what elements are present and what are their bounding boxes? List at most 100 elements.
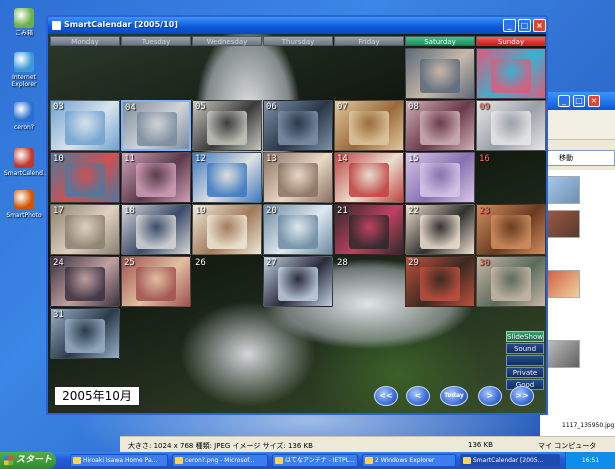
calendar-day-cell[interactable]: 17 <box>50 204 120 255</box>
private-button[interactable]: Private <box>506 367 544 378</box>
background-explorer-window[interactable]: _ □ × 移動 1117_135950.jpg <box>540 92 615 437</box>
calendar-day-cell[interactable]: 08 <box>405 100 475 151</box>
blank-button[interactable] <box>506 355 544 366</box>
explorer-titlebar[interactable]: _ □ × <box>540 92 615 110</box>
day-photo-thumbnail <box>349 111 389 145</box>
smartcalendar-window[interactable]: SmartCalendar [2005/10] _ □ × Monday Tues… <box>46 15 548 415</box>
day-photo-thumbnail <box>420 59 460 93</box>
calendar-day-cell[interactable]: 22 <box>405 204 475 255</box>
desktop-icon[interactable]: Internet Explorer <box>4 52 44 88</box>
window-title: SmartCalendar [2005/10] <box>64 20 178 29</box>
prev-year-button[interactable]: << <box>374 386 398 406</box>
taskbar-button[interactable]: はてなアンテナ - IETPL... <box>272 454 358 467</box>
explorer-address-bar[interactable]: 移動 <box>540 150 615 166</box>
file-thumbnail[interactable] <box>546 210 580 238</box>
day-number: 28 <box>337 258 348 268</box>
status-file-info: 大きさ: 1024 x 768 種類: JPEG イメージ サイズ: 136 K… <box>128 442 313 450</box>
day-photo-thumbnail <box>65 111 105 145</box>
desktop-icon[interactable]: SmartPhoto <box>4 190 44 219</box>
calendar-day-cell[interactable]: 10 <box>50 152 120 203</box>
desktop-icon[interactable]: ceron? <box>4 102 44 131</box>
calendar-day-cell[interactable]: 28 <box>334 256 404 307</box>
taskbar-button-label: Hiroaki Isawa Home Pa... <box>83 457 158 464</box>
calendar-day-cell[interactable]: 26 <box>192 256 262 307</box>
day-photo-thumbnail <box>420 163 460 197</box>
calendar-day-cell[interactable]: 16 <box>476 152 546 203</box>
calendar-day-cell[interactable]: 27 <box>263 256 333 307</box>
calendar-day-cell[interactable]: 30 <box>476 256 546 307</box>
weekday-header: Monday <box>50 36 120 46</box>
day-photo-thumbnail <box>207 215 247 249</box>
day-number: 05 <box>195 102 206 112</box>
desktop-icon-label: SmartCalend... <box>4 170 49 177</box>
calendar-day-cell[interactable]: 13 <box>263 152 333 203</box>
close-icon[interactable]: × <box>588 95 600 107</box>
maximize-icon[interactable]: □ <box>573 95 585 107</box>
taskbar-button[interactable]: Hiroaki Isawa Home Pa... <box>70 454 168 467</box>
calendar-day-cell[interactable]: 23 <box>476 204 546 255</box>
today-button[interactable]: Today <box>440 386 468 406</box>
explorer-body <box>540 170 615 437</box>
calendar-day-cell[interactable]: 07 <box>334 100 404 151</box>
minimize-icon[interactable]: _ <box>558 95 570 107</box>
day-number: 31 <box>53 310 64 320</box>
sound-button[interactable]: Sound <box>506 343 544 354</box>
calendar-day-cell[interactable]: 19 <box>192 204 262 255</box>
desktop-icon-label: ごみ箱 <box>14 30 33 37</box>
day-number: 27 <box>266 258 277 268</box>
day-number: 06 <box>266 102 277 112</box>
close-button[interactable]: × <box>533 19 546 32</box>
calendar-day-cell[interactable]: 18 <box>121 204 191 255</box>
calendar-day-cell[interactable]: 24 <box>50 256 120 307</box>
day-photo-thumbnail <box>278 111 318 145</box>
calendar-day-cell[interactable]: 14 <box>334 152 404 203</box>
day-number: 11 <box>124 154 135 164</box>
taskbar-button-label: 2 Windows Explorer <box>375 457 435 464</box>
calendar-day-cell[interactable]: 21 <box>334 204 404 255</box>
calendar-day-cell[interactable]: 03 <box>50 100 120 151</box>
day-photo-thumbnail <box>349 163 389 197</box>
calendar-day-cell[interactable]: 15 <box>405 152 475 203</box>
calendar-day-cell[interactable]: 09 <box>476 100 546 151</box>
calendar-day-cell[interactable] <box>476 48 546 99</box>
file-thumbnail[interactable] <box>546 176 580 204</box>
system-tray[interactable]: 16:51 <box>565 452 615 469</box>
calendar-day-cell[interactable]: 29 <box>405 256 475 307</box>
calendar-day-cell[interactable]: 25 <box>121 256 191 307</box>
start-button[interactable]: スタート <box>0 452 56 469</box>
calendar-day-cell[interactable]: 12 <box>192 152 262 203</box>
day-number: 30 <box>479 258 490 268</box>
file-thumbnail[interactable] <box>546 270 580 298</box>
day-number: 26 <box>195 258 206 268</box>
maximize-button[interactable]: □ <box>518 19 531 32</box>
calendar-day-cell[interactable]: 11 <box>121 152 191 203</box>
taskbar-button[interactable]: SmartCalendar [2005... <box>460 454 560 467</box>
slideshow-button[interactable]: SlideShow <box>506 331 544 342</box>
day-photo-thumbnail <box>491 59 531 93</box>
next-month-button[interactable]: > <box>478 386 502 406</box>
day-number: 07 <box>337 102 348 112</box>
day-photo-thumbnail <box>65 215 105 249</box>
desktop-icon[interactable]: SmartCalend... <box>4 148 49 177</box>
calendar-day-cell[interactable] <box>405 48 475 99</box>
file-thumbnail[interactable] <box>546 340 580 368</box>
titlebar[interactable]: SmartCalendar [2005/10] _ □ × <box>48 17 546 34</box>
desktop-icon[interactable]: ごみ箱 <box>4 8 44 37</box>
calendar-day-cell[interactable]: 06 <box>263 100 333 151</box>
calendar-day-cell[interactable]: 31 <box>50 308 120 359</box>
file-name-label[interactable]: 1117_135950.jpg <box>562 422 615 429</box>
next-year-button[interactable]: >> <box>510 386 534 406</box>
calendar-day-cell[interactable]: 05 <box>192 100 262 151</box>
taskbar-button[interactable]: 2 Windows Explorer <box>362 454 456 467</box>
weekday-header: Tuesday <box>121 36 191 46</box>
taskbar-button[interactable]: ceron?.png - Microsof... <box>172 454 268 467</box>
go-button[interactable]: 移動 <box>559 154 573 162</box>
calendar-day-cell[interactable]: 20 <box>263 204 333 255</box>
day-number: 23 <box>479 206 490 216</box>
calendar-area: Monday Tuesday Wednesday Thursday Friday Satu… <box>48 34 546 413</box>
weekday-header: Friday <box>334 36 404 46</box>
taskbar: スタート Hiroaki Isawa Home Pa... ceron?.png … <box>0 452 615 469</box>
calendar-day-cell[interactable]: 04 <box>121 100 191 151</box>
prev-month-button[interactable]: < <box>406 386 430 406</box>
minimize-button[interactable]: _ <box>503 19 516 32</box>
